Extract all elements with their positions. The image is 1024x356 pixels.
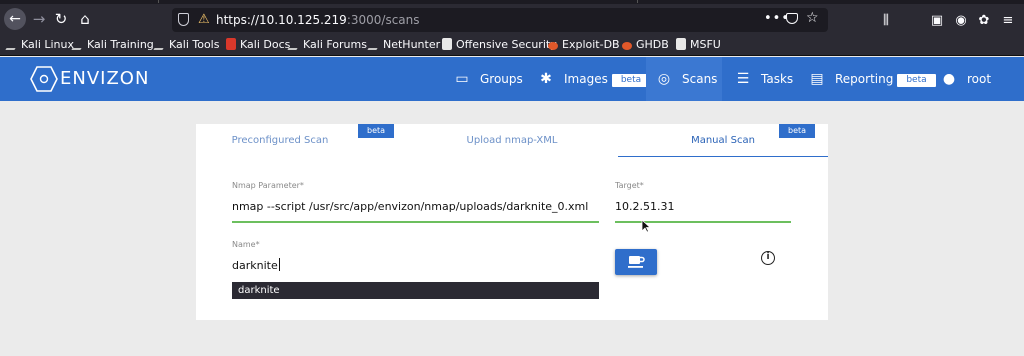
groups-icon: ▭	[455, 71, 469, 87]
tasks-icon: ☰	[736, 71, 750, 87]
app-header: ENVIZON ▭ Groups ✱ Images beta ◎ Scans ☰ Task…	[0, 57, 1024, 101]
tab-label: Manual Scan	[691, 135, 755, 146]
url-text[interactable]: https://10.10.125.219:3000/scans	[216, 12, 420, 28]
nav-label: Groups	[480, 72, 523, 86]
nav-label: root	[967, 72, 992, 86]
url-path: :3000/scans	[346, 13, 420, 27]
user-icon: ●	[942, 71, 956, 87]
active-tab-edge	[158, 0, 638, 3]
bookmark-label: Exploit-DB	[562, 38, 620, 51]
kali-icon	[287, 41, 302, 50]
bookmarks-bar: Kali Linux Kali Training Kali Tools Kali…	[0, 34, 1024, 56]
bookmark-ghdb[interactable]: GHDB	[622, 37, 669, 53]
insecure-lock-icon[interactable]: ⚠	[198, 11, 210, 29]
nav-groups[interactable]: ▭ Groups	[454, 57, 523, 101]
bookmark-kali-training[interactable]: Kali Training	[71, 37, 154, 53]
bookmark-msfu[interactable]: MSFU	[676, 37, 721, 53]
beta-badge: beta	[897, 74, 936, 87]
nav-tasks[interactable]: ☰ Tasks	[735, 57, 793, 101]
forward-arrow-icon[interactable]: →	[28, 8, 50, 30]
tab-label: Preconfigured Scan	[231, 135, 329, 146]
nav-scans[interactable]: ◎ Scans	[646, 57, 722, 101]
bookmark-label: Offensive Security	[456, 38, 557, 51]
kali-docs-icon	[226, 38, 236, 50]
extensions-icon[interactable]: ✿	[976, 13, 992, 29]
scan-card: Preconfigured Scan beta Upload nmap-XML …	[196, 124, 828, 320]
tracking-shield-icon[interactable]	[178, 13, 189, 26]
bookmark-kali-forums[interactable]: Kali Forums	[287, 37, 367, 53]
browser-toolbar: ← → ↻ ⌂ ⚠ https://10.10.125.219:3000/sca…	[0, 4, 1024, 34]
pocket-icon[interactable]	[786, 13, 798, 24]
nethunter-icon	[367, 41, 382, 50]
bookmark-label: NetHunter	[383, 38, 441, 51]
offsec-icon	[442, 38, 452, 50]
bookmark-kali-docs[interactable]: Kali Docs	[226, 37, 290, 53]
name-label: Name*	[232, 240, 260, 249]
msfu-icon	[676, 38, 686, 50]
aperture-icon: ✱	[540, 71, 552, 87]
mouse-cursor	[641, 219, 651, 233]
account-icon[interactable]: ◉	[953, 13, 969, 29]
name-input[interactable]: darknite	[232, 258, 280, 274]
tab-upload-nmap-xml[interactable]: Upload nmap-XML	[406, 124, 618, 157]
address-bar[interactable]: ⚠ https://10.10.125.219:3000/scans ••• ☆	[172, 8, 828, 32]
menu-icon[interactable]: ≡	[1000, 13, 1016, 29]
kali-icon	[5, 41, 20, 50]
bookmark-label: Kali Forums	[303, 38, 367, 51]
reload-icon[interactable]: ↻	[50, 8, 72, 30]
url-host: https://10.10.125.219	[216, 13, 347, 27]
tab-label: Upload nmap-XML	[466, 135, 558, 146]
nav-label: Scans	[682, 72, 718, 86]
nav-images[interactable]: ✱ Images beta	[538, 57, 651, 101]
nav-label: Reporting	[835, 72, 894, 86]
nmap-parameter-underline	[232, 221, 599, 223]
text-caret	[278, 258, 280, 271]
nmap-parameter-input[interactable]: nmap --script /usr/src/app/envizon/nmap/…	[232, 199, 588, 215]
reporting-icon: ▤	[810, 71, 824, 87]
start-scan-button[interactable]	[615, 249, 657, 275]
bookmark-label: Kali Docs	[240, 38, 291, 51]
nav-label: Images	[564, 72, 608, 86]
autocomplete-suggestion[interactable]: darknite	[232, 282, 599, 299]
nmap-parameter-label: Nmap Parameter*	[232, 181, 304, 190]
library-icon[interactable]: ⫼	[878, 13, 894, 29]
bookmark-nethunter[interactable]: NetHunter	[367, 37, 441, 53]
bookmark-label: GHDB	[636, 38, 669, 51]
bookmark-star-icon[interactable]: ☆	[806, 10, 819, 26]
bookmark-exploit-db[interactable]: Exploit-DB	[548, 37, 620, 53]
bookmark-label: MSFU	[690, 38, 721, 51]
coffee-cup-icon	[628, 256, 645, 268]
nav-label: Tasks	[761, 72, 794, 86]
target-label: Target*	[615, 181, 644, 190]
kali-icon	[153, 41, 168, 50]
ghdb-icon	[622, 42, 632, 50]
bookmark-kali-tools[interactable]: Kali Tools	[153, 37, 220, 53]
kali-icon	[71, 41, 86, 50]
sidebar-icon[interactable]: ▣	[929, 13, 945, 29]
bookmark-offensive-security[interactable]: Offensive Security	[442, 37, 557, 53]
beta-badge: beta	[358, 124, 395, 138]
beta-badge: beta	[779, 124, 816, 138]
app-logo-text[interactable]: ENVIZON	[60, 68, 149, 90]
bookmark-label: Kali Linux	[21, 38, 75, 51]
target-input[interactable]: 10.2.51.31	[615, 199, 674, 215]
envizon-logo-icon[interactable]	[30, 66, 58, 92]
nav-user[interactable]: ● root	[941, 57, 991, 101]
name-value: darknite	[232, 259, 278, 272]
exploit-db-icon	[548, 42, 558, 50]
home-icon[interactable]: ⌂	[74, 8, 96, 30]
bookmark-label: Kali Tools	[169, 38, 220, 51]
back-arrow-icon[interactable]: ←	[4, 8, 26, 30]
nav-reporting[interactable]: ▤ Reporting beta	[809, 57, 936, 101]
tab-preconfigured-scan[interactable]: Preconfigured Scan	[196, 124, 364, 157]
target-icon: ◎	[657, 71, 671, 87]
bookmark-label: Kali Training	[87, 38, 154, 51]
bookmark-kali-linux[interactable]: Kali Linux	[5, 37, 75, 53]
beta-badge: beta	[611, 74, 651, 87]
info-icon[interactable]: i	[761, 251, 775, 265]
